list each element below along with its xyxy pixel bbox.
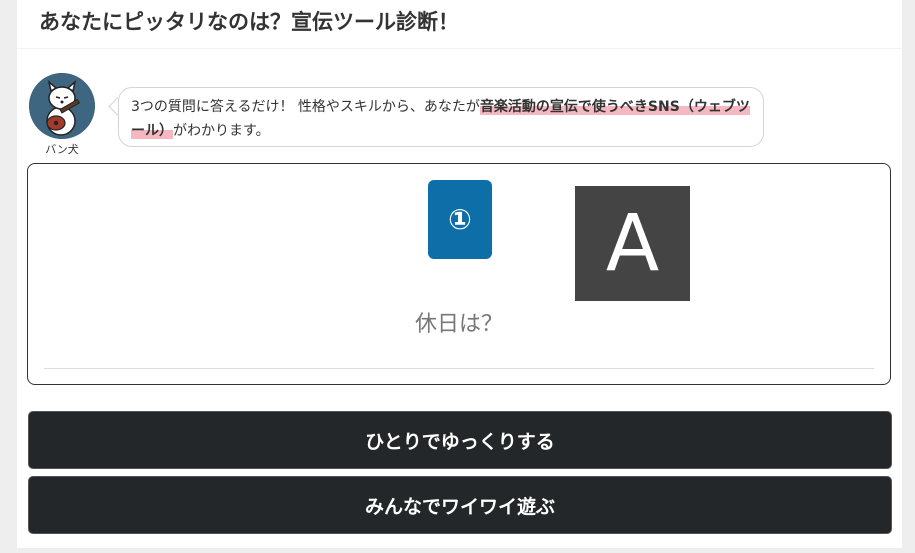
speech-text-plain: 3つの質問に答えるだけ！ 性格やスキルから、あなたが: [131, 99, 480, 115]
question-number-badge: ①: [428, 180, 492, 259]
dog-guitar-icon: [29, 73, 95, 139]
main-card: あなたにピッタリなのは？宣伝ツール診断！ バン犬 3つの質問に答えるだけ！ 性格…: [17, 0, 902, 548]
speech-bubble: 3つの質問に答えるだけ！ 性格やスキルから、あなたが音楽活動の宣伝で使うべきSN…: [118, 87, 764, 147]
answer-button-1[interactable]: ひとりでゆっくりする: [28, 411, 892, 469]
answer-button-2[interactable]: みんなでワイワイ遊ぶ: [28, 476, 892, 534]
page-title: あなたにピッタリなのは？宣伝ツール診断！: [39, 10, 459, 34]
quiz-panel: ① A 休日は？: [27, 163, 891, 385]
avatar-name: バン犬: [45, 143, 79, 156]
question-text: 休日は？: [414, 312, 503, 337]
speech-text-end: がわかります。: [173, 123, 270, 139]
avatar: [29, 73, 95, 139]
speech-text: 3つの質問に答えるだけ！ 性格やスキルから、あなたが音楽活動の宣伝で使うべきSN…: [131, 95, 751, 143]
title-divider: [17, 48, 902, 49]
question-image: A: [575, 186, 690, 301]
question-divider: [44, 368, 874, 369]
